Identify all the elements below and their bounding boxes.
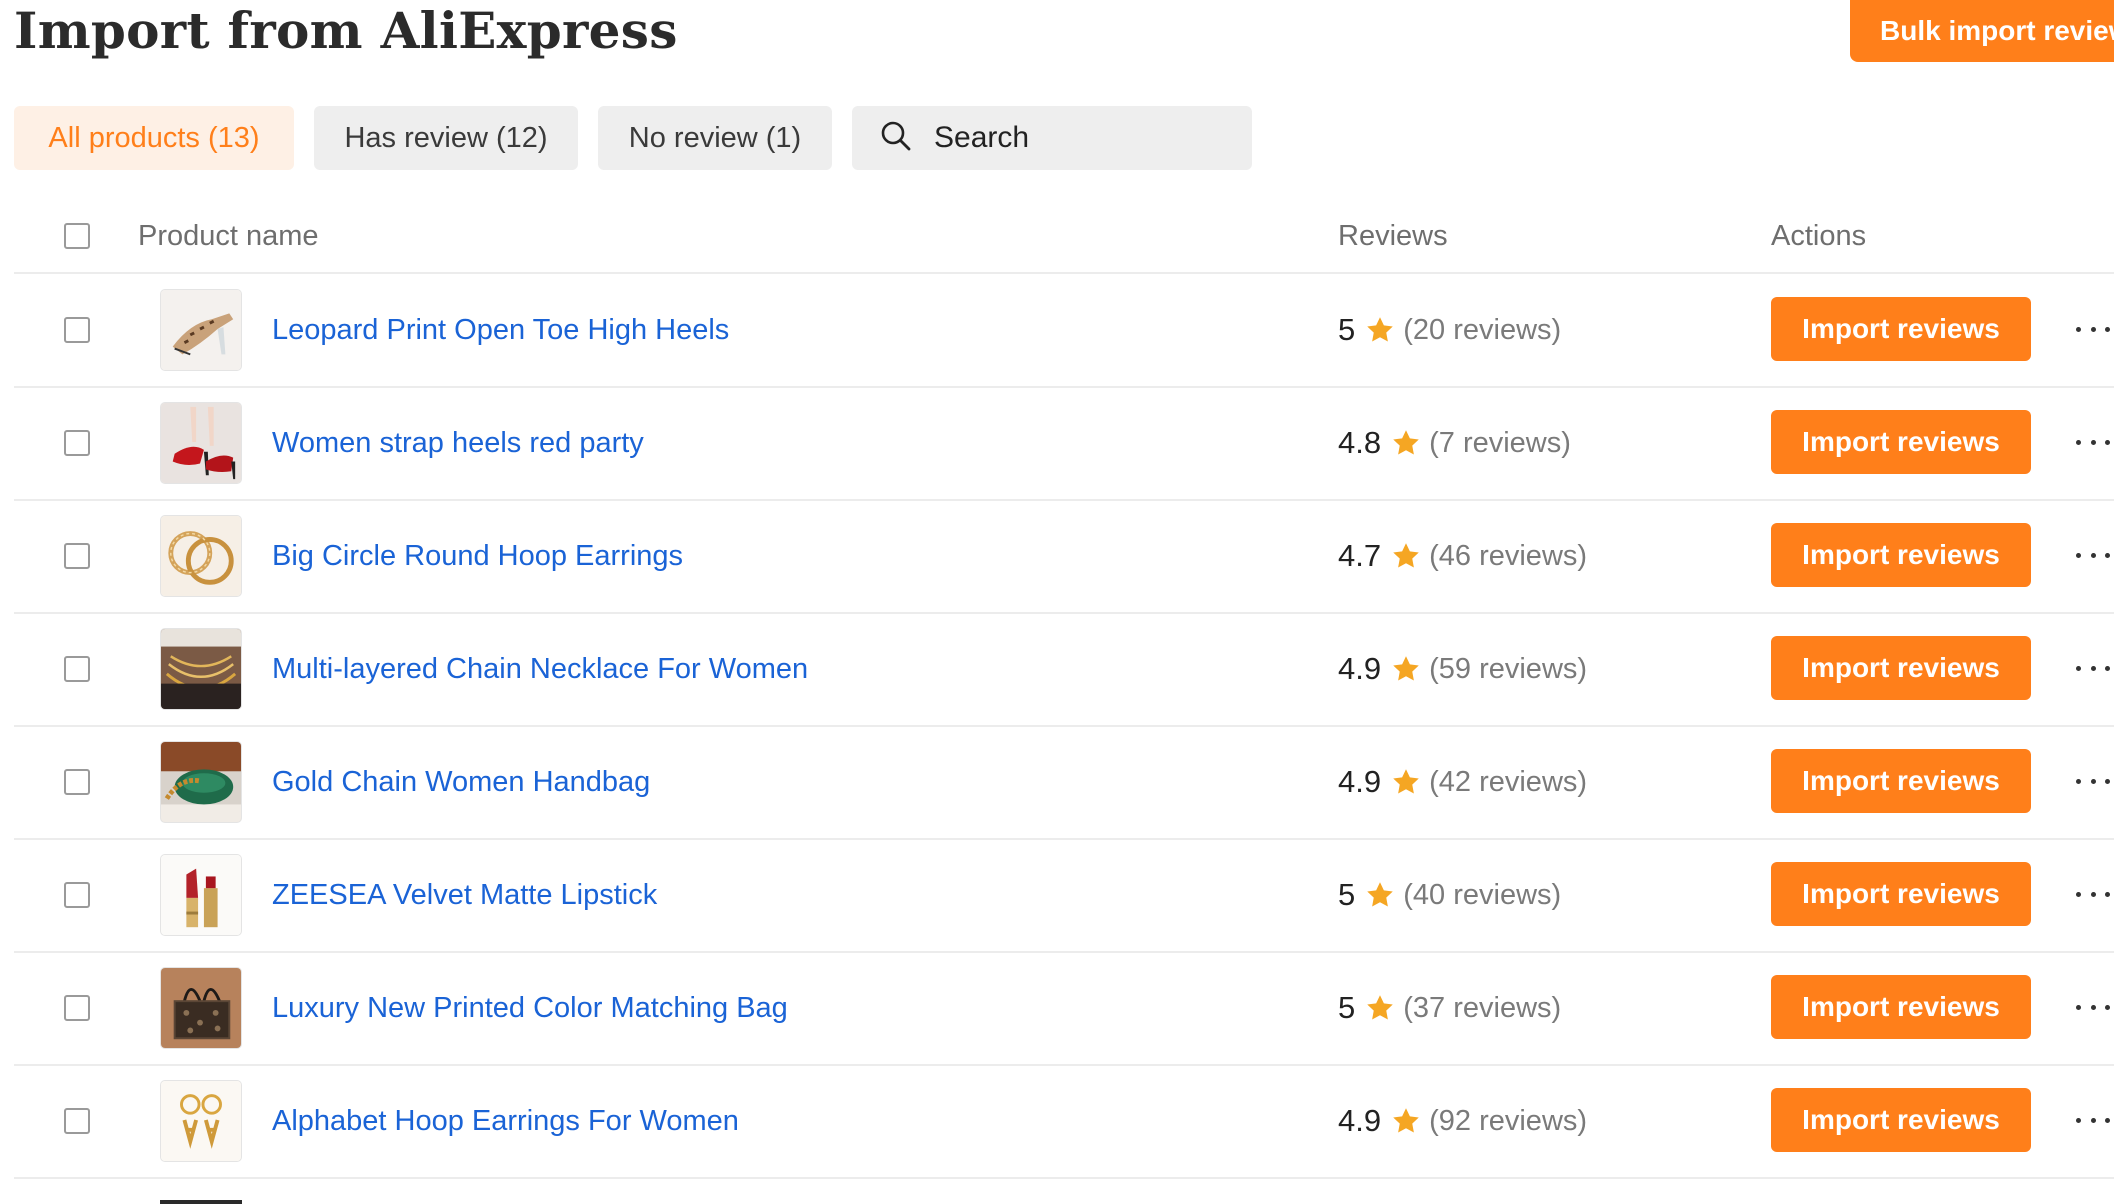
row-checkbox[interactable] bbox=[64, 543, 90, 569]
tab-has-review[interactable]: Has review (12) bbox=[314, 106, 578, 170]
product-name-link[interactable]: Big Circle Round Hoop Earrings bbox=[272, 500, 683, 612]
rating: 5 (40 reviews) bbox=[1338, 839, 1561, 951]
bulk-import-reviews-button[interactable]: Bulk import reviews bbox=[1850, 0, 2114, 62]
select-all-checkbox[interactable] bbox=[64, 223, 90, 249]
row-checkbox[interactable] bbox=[64, 430, 90, 456]
product-thumbnail bbox=[160, 854, 242, 936]
column-header-actions: Actions bbox=[1771, 220, 1867, 252]
import-reviews-button[interactable]: Import reviews bbox=[1771, 636, 2031, 700]
rating-value: 5 bbox=[1338, 312, 1356, 347]
rating: 4.8 (7 reviews) bbox=[1338, 387, 1571, 499]
table-row: Leopard Print Open Toe High Heels 5 (20 re… bbox=[14, 274, 2114, 388]
table-row: Women strap heels red party 4.8 (7 reviews… bbox=[14, 387, 2114, 501]
rating-value: 4.9 bbox=[1338, 651, 1382, 686]
rating-value: 4.7 bbox=[1338, 538, 1382, 573]
more-options-icon[interactable] bbox=[2076, 538, 2110, 572]
next-row-thumbnail-edge bbox=[160, 1200, 242, 1204]
product-name-link[interactable]: Alphabet Hoop Earrings For Women bbox=[272, 1065, 739, 1177]
row-checkbox[interactable] bbox=[64, 317, 90, 343]
tab-all-products[interactable]: All products (13) bbox=[14, 106, 294, 170]
star-icon bbox=[1391, 428, 1421, 458]
row-checkbox[interactable] bbox=[64, 995, 90, 1021]
page-title: Import from AliExpress bbox=[14, 1, 678, 60]
product-name-link[interactable]: Luxury New Printed Color Matching Bag bbox=[272, 952, 788, 1064]
more-options-icon[interactable] bbox=[2076, 425, 2110, 459]
product-thumbnail bbox=[160, 1080, 242, 1162]
column-header-product-name: Product name bbox=[138, 220, 319, 252]
star-icon bbox=[1391, 654, 1421, 684]
review-count: (7 reviews) bbox=[1429, 426, 1571, 459]
star-icon bbox=[1391, 767, 1421, 797]
star-icon bbox=[1365, 880, 1395, 910]
row-checkbox[interactable] bbox=[64, 769, 90, 795]
product-thumbnail bbox=[160, 967, 242, 1049]
rating-value: 5 bbox=[1338, 990, 1356, 1025]
table-row: Gold Chain Women Handbag 4.9 (42 reviews) I… bbox=[14, 726, 2114, 840]
row-checkbox[interactable] bbox=[64, 1108, 90, 1134]
import-reviews-button[interactable]: Import reviews bbox=[1771, 297, 2031, 361]
product-thumbnail bbox=[160, 741, 242, 823]
import-reviews-button[interactable]: Import reviews bbox=[1771, 523, 2031, 587]
column-header-reviews: Reviews bbox=[1338, 220, 1448, 252]
review-count: (40 reviews) bbox=[1403, 878, 1562, 911]
product-name-link[interactable]: ZEESEA Velvet Matte Lipstick bbox=[272, 839, 657, 951]
search-icon bbox=[880, 120, 912, 157]
import-reviews-button[interactable]: Import reviews bbox=[1771, 410, 2031, 474]
more-options-icon[interactable] bbox=[2076, 1103, 2110, 1137]
import-reviews-button[interactable]: Import reviews bbox=[1771, 862, 2031, 926]
star-icon bbox=[1365, 315, 1395, 345]
star-icon bbox=[1365, 993, 1395, 1023]
search-box[interactable] bbox=[852, 106, 1252, 170]
rating: 5 (20 reviews) bbox=[1338, 274, 1561, 386]
review-count: (46 reviews) bbox=[1429, 539, 1588, 572]
rating: 4.9 (59 reviews) bbox=[1338, 613, 1587, 725]
rating-value: 4.8 bbox=[1338, 425, 1382, 460]
product-thumbnail bbox=[160, 628, 242, 710]
more-options-icon[interactable] bbox=[2076, 877, 2110, 911]
star-icon bbox=[1391, 541, 1421, 571]
import-reviews-button[interactable]: Import reviews bbox=[1771, 1088, 2031, 1152]
product-thumbnail bbox=[160, 515, 242, 597]
table-row: ZEESEA Velvet Matte Lipstick 5 (40 reviews… bbox=[14, 839, 2114, 953]
rating-value: 5 bbox=[1338, 877, 1356, 912]
rating-value: 4.9 bbox=[1338, 1103, 1382, 1138]
star-icon bbox=[1391, 1106, 1421, 1136]
table-header: Product name Reviews Actions bbox=[14, 200, 2114, 274]
review-count: (92 reviews) bbox=[1429, 1104, 1588, 1137]
row-checkbox[interactable] bbox=[64, 882, 90, 908]
table-row: Luxury New Printed Color Matching Bag 5 (3… bbox=[14, 952, 2114, 1066]
rating: 5 (37 reviews) bbox=[1338, 952, 1561, 1064]
table-row: Alphabet Hoop Earrings For Women 4.9 (92 r… bbox=[14, 1065, 2114, 1179]
product-thumbnail bbox=[160, 402, 242, 484]
rating-value: 4.9 bbox=[1338, 764, 1382, 799]
tab-no-review[interactable]: No review (1) bbox=[598, 106, 832, 170]
import-reviews-button[interactable]: Import reviews bbox=[1771, 749, 2031, 813]
table-row: Multi-layered Chain Necklace For Women 4.… bbox=[14, 613, 2114, 727]
product-name-link[interactable]: Leopard Print Open Toe High Heels bbox=[272, 274, 729, 386]
row-checkbox[interactable] bbox=[64, 656, 90, 682]
review-count: (59 reviews) bbox=[1429, 652, 1588, 685]
import-reviews-button[interactable]: Import reviews bbox=[1771, 975, 2031, 1039]
product-name-link[interactable]: Gold Chain Women Handbag bbox=[272, 726, 650, 838]
rating: 4.9 (92 reviews) bbox=[1338, 1065, 1587, 1177]
review-count: (20 reviews) bbox=[1403, 313, 1562, 346]
review-count: (42 reviews) bbox=[1429, 765, 1588, 798]
more-options-icon[interactable] bbox=[2076, 990, 2110, 1024]
more-options-icon[interactable] bbox=[2076, 651, 2110, 685]
search-input[interactable] bbox=[934, 121, 1234, 155]
rating: 4.9 (42 reviews) bbox=[1338, 726, 1587, 838]
product-name-link[interactable]: Multi-layered Chain Necklace For Women bbox=[272, 613, 808, 725]
more-options-icon[interactable] bbox=[2076, 764, 2110, 798]
rating: 4.7 (46 reviews) bbox=[1338, 500, 1587, 612]
review-count: (37 reviews) bbox=[1403, 991, 1562, 1024]
product-thumbnail bbox=[160, 289, 242, 371]
more-options-icon[interactable] bbox=[2076, 312, 2110, 346]
table-row: Big Circle Round Hoop Earrings 4.7 (46 rev… bbox=[14, 500, 2114, 614]
product-name-link[interactable]: Women strap heels red party bbox=[272, 387, 644, 499]
